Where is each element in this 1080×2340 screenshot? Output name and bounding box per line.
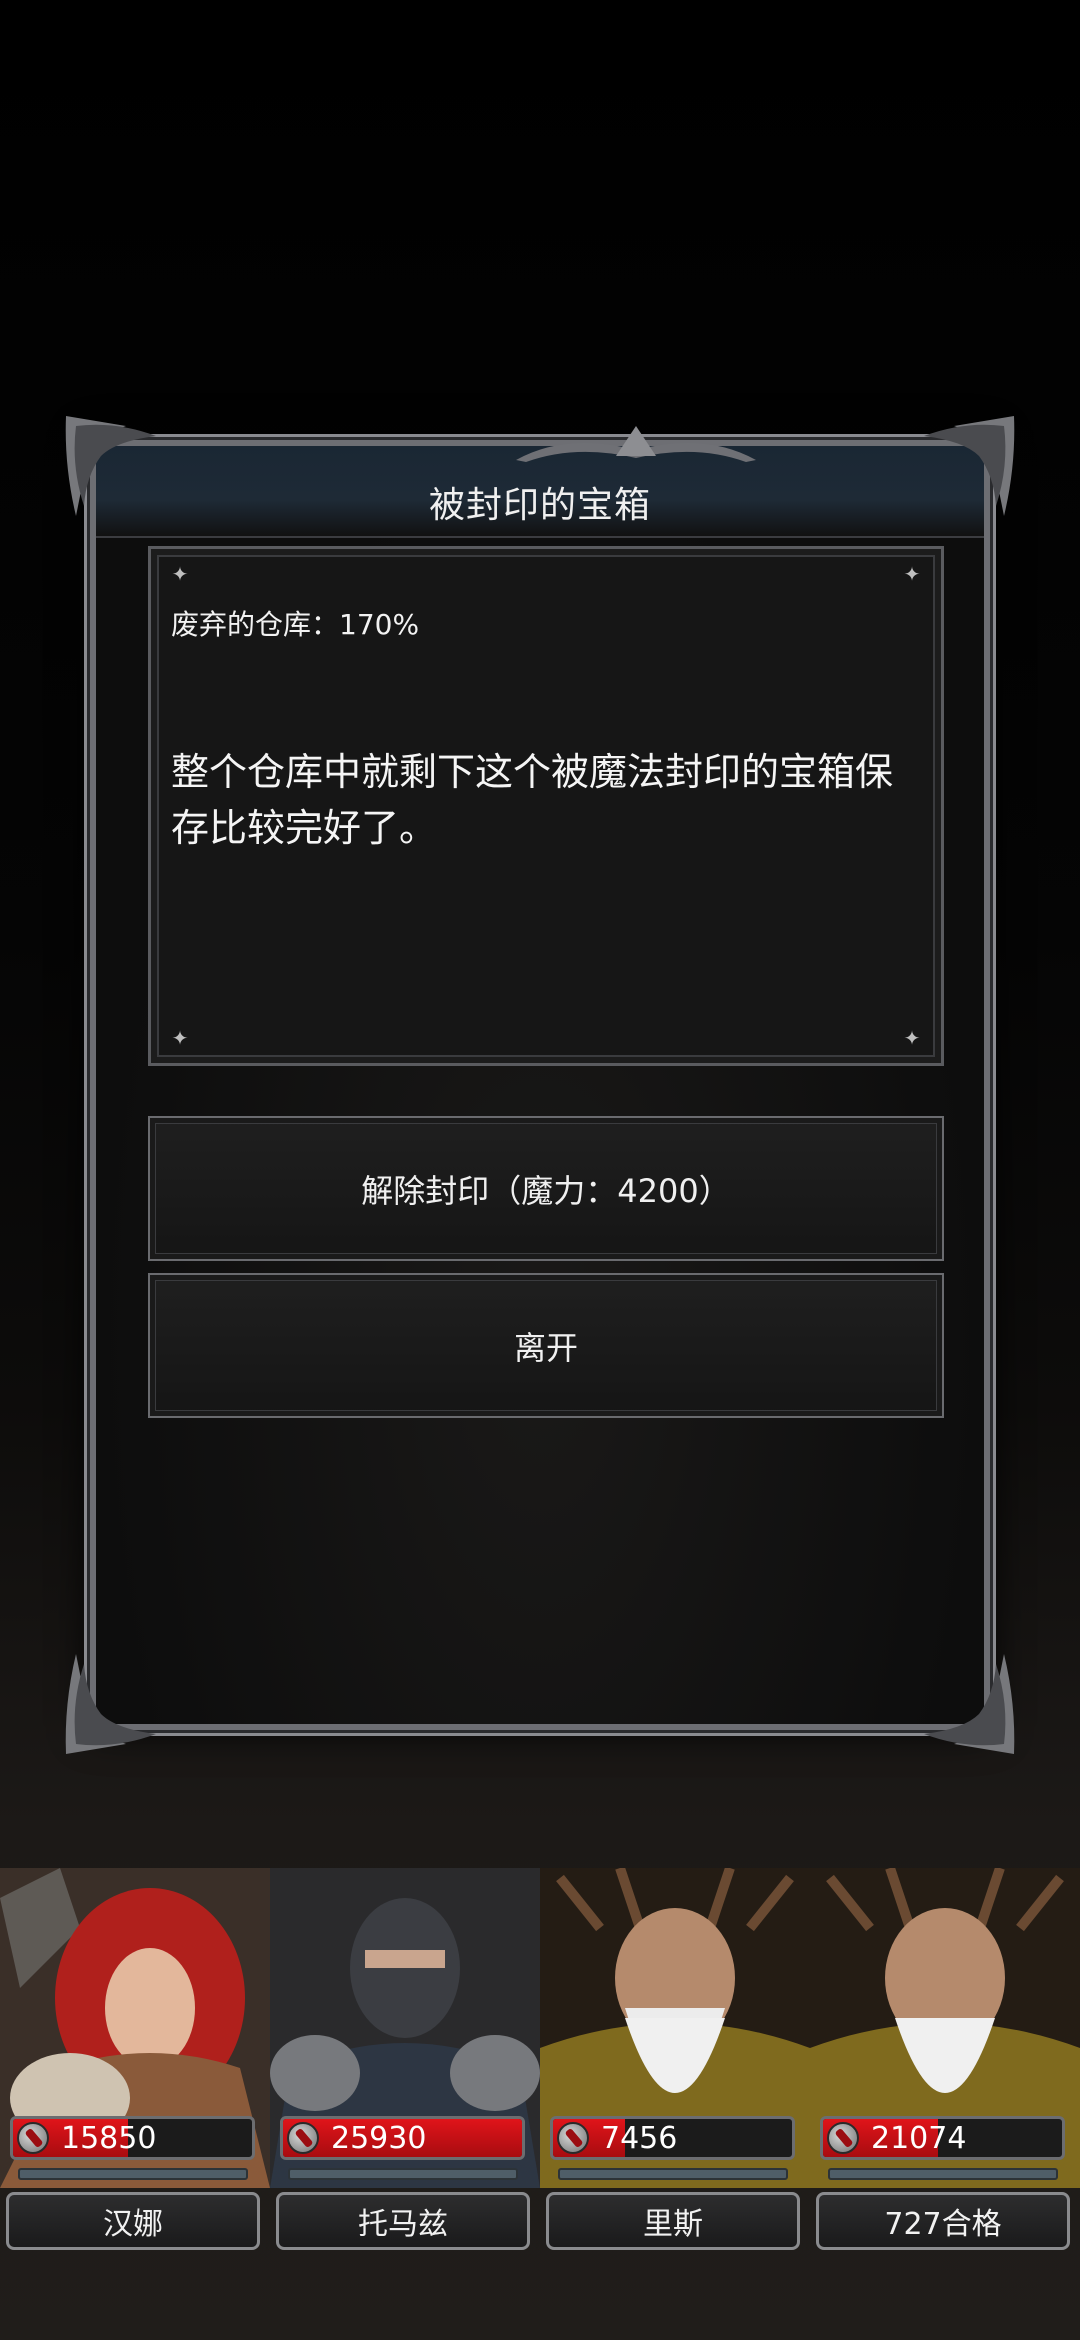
ornate-corner-icon: [924, 416, 1015, 516]
blood-drop-icon: [287, 2122, 319, 2154]
party-member-2[interactable]: 25930 托马兹: [270, 1868, 540, 2258]
ornate-corner-icon: [924, 1654, 1015, 1754]
stamina-bar: [558, 2168, 788, 2180]
hp-value: 21074: [871, 2121, 967, 2156]
sparkle-icon: ✦: [171, 1026, 189, 1050]
crest-ornament-icon: [516, 426, 756, 462]
party-member-4[interactable]: 21074 727合格: [810, 1868, 1080, 2258]
blood-drop-icon: [827, 2122, 859, 2154]
sparkle-icon: ✦: [903, 1026, 921, 1050]
hp-bar: 15850: [10, 2116, 255, 2160]
member-name: 托马兹: [276, 2192, 530, 2250]
location-label: 废弃的仓库：170%: [171, 608, 420, 641]
party-member-1[interactable]: 15850 汉娜: [0, 1868, 270, 2258]
ornate-corner-icon: [65, 1654, 156, 1754]
sparkle-icon: ✦: [171, 562, 189, 586]
blood-drop-icon: [17, 2122, 49, 2154]
hp-value: 25930: [331, 2121, 427, 2156]
hp-bar: 21074: [820, 2116, 1065, 2160]
event-description: 整个仓库中就剩下这个被魔法封印的宝箱保存比较完好了。: [171, 750, 894, 850]
game-screen: 被封印的宝箱 ✦ ✦ ✦ ✦ 废弃的仓库：170% 整个仓库中就剩下这个被魔法封…: [0, 0, 1080, 2340]
event-dialog: 被封印的宝箱 ✦ ✦ ✦ ✦ 废弃的仓库：170% 整个仓库中就剩下这个被魔法封…: [65, 416, 1015, 1754]
member-name: 汉娜: [6, 2192, 260, 2250]
ornate-corner-icon: [65, 416, 156, 516]
dialog-title-bar: 被封印的宝箱: [96, 426, 984, 538]
party-bar: 15850 汉娜 25930 托马兹 7456 里斯 21074 727合格: [0, 1868, 1080, 2340]
member-name: 727合格: [816, 2192, 1070, 2250]
dialog-title: 被封印的宝箱: [428, 485, 651, 526]
hp-bar: 25930: [280, 2116, 525, 2160]
sparkle-icon: ✦: [903, 562, 921, 586]
stamina-bar: [18, 2168, 248, 2180]
stamina-bar: [828, 2168, 1058, 2180]
hp-value: 15850: [61, 2121, 157, 2156]
stamina-bar: [288, 2168, 518, 2180]
leave-button[interactable]: 离开: [148, 1273, 944, 1418]
party-member-3[interactable]: 7456 里斯: [540, 1868, 810, 2258]
hp-value: 7456: [601, 2121, 678, 2156]
hp-bar: 7456: [550, 2116, 795, 2160]
blood-drop-icon: [557, 2122, 589, 2154]
member-name: 里斯: [546, 2192, 800, 2250]
event-text-panel: ✦ ✦ ✦ ✦ 废弃的仓库：170% 整个仓库中就剩下这个被魔法封印的宝箱保存比…: [148, 546, 944, 1066]
unseal-button[interactable]: 解除封印（魔力：4200）: [148, 1116, 944, 1261]
